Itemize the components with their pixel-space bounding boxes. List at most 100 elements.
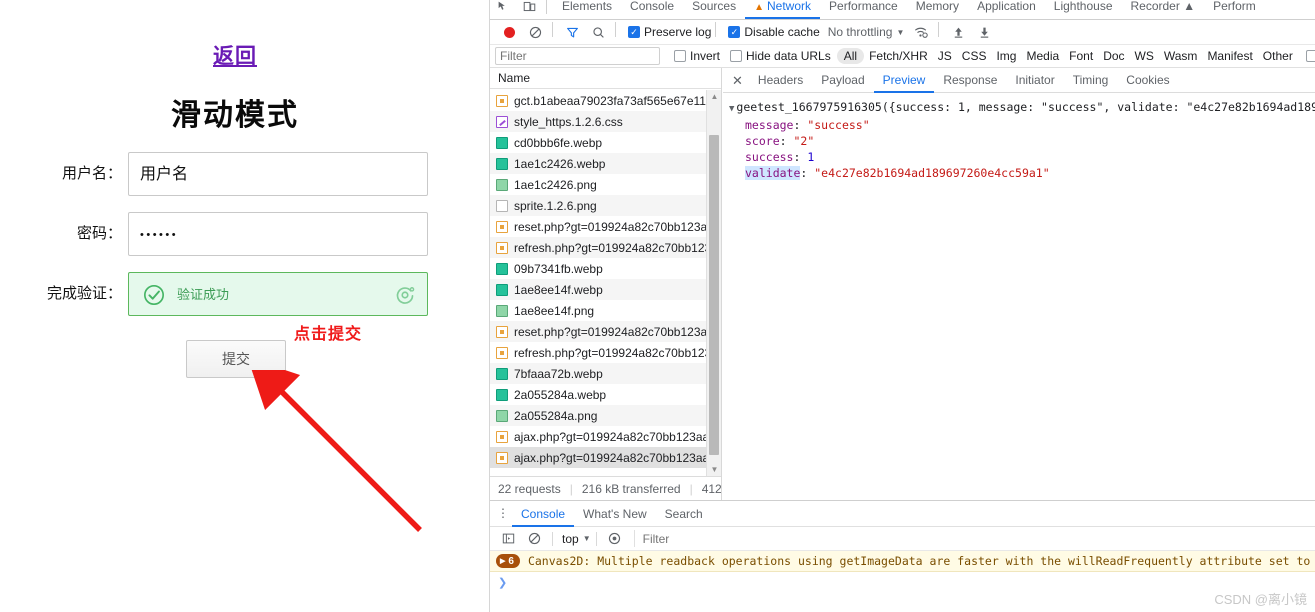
- request-row[interactable]: reset.php?gt=019924a82c70bb123aa: [490, 216, 721, 237]
- inspect-element-icon[interactable]: [490, 0, 516, 19]
- captcha-widget[interactable]: 验证成功: [128, 272, 428, 316]
- chevron-down-icon[interactable]: ▼: [583, 534, 591, 543]
- resource-type-doc-icon: [496, 199, 508, 212]
- request-row[interactable]: sprite.1.2.6.png: [490, 195, 721, 216]
- request-row[interactable]: style_https.1.2.6.css: [490, 111, 721, 132]
- drawer-tab-search[interactable]: Search: [656, 501, 712, 527]
- filter-type-ws[interactable]: WS: [1130, 49, 1159, 63]
- request-row[interactable]: 1ae1c2426.webp: [490, 153, 721, 174]
- network-conditions-icon[interactable]: [908, 19, 934, 45]
- has-blocked-cookies-checkbox[interactable]: [1305, 50, 1315, 62]
- filter-type-font[interactable]: Font: [1064, 49, 1098, 63]
- web-page-panel: 返回 滑动模式 用户名： 用户名 密码： •••••• 完成验证： 验证成功 提…: [0, 0, 490, 612]
- request-row[interactable]: 1ae8ee14f.png: [490, 300, 721, 321]
- request-row[interactable]: refresh.php?gt=019924a82c70bb123: [490, 237, 721, 258]
- network-filter-input[interactable]: [495, 47, 660, 65]
- preserve-log-checkbox[interactable]: ✓ Preserve log: [628, 25, 711, 39]
- request-name: 1ae8ee14f.webp: [514, 282, 603, 297]
- request-row[interactable]: 1ae8ee14f.webp: [490, 279, 721, 300]
- detail-tab-headers[interactable]: Headers: [749, 68, 812, 93]
- filter-type-manifest[interactable]: Manifest: [1202, 49, 1257, 63]
- console-settings-eye-icon[interactable]: [602, 526, 628, 552]
- request-list-scrollbar[interactable]: ▲ ▼: [706, 90, 721, 476]
- detail-tab-response[interactable]: Response: [934, 68, 1006, 93]
- tab-performance[interactable]: Performance: [820, 0, 907, 19]
- tab-network[interactable]: ▲ Network: [745, 0, 821, 19]
- hide-data-urls-checkbox[interactable]: Hide data URLs: [730, 49, 831, 63]
- annotation-click-submit: 点击提交: [294, 326, 363, 343]
- filter-type-all[interactable]: All: [836, 48, 865, 64]
- console-warning-row[interactable]: ▶ 6 Canvas2D: Multiple readback operatio…: [490, 551, 1315, 572]
- tab-application[interactable]: Application: [968, 0, 1045, 19]
- tab-sources[interactable]: Sources: [683, 0, 745, 19]
- tab-elements[interactable]: Elements: [553, 0, 621, 19]
- more-options-icon[interactable]: ⋮: [494, 507, 512, 519]
- filter-type-wasm[interactable]: Wasm: [1159, 49, 1203, 63]
- password-input[interactable]: ••••••: [128, 212, 428, 256]
- drawer-tab-whats-new[interactable]: What's New: [574, 501, 656, 527]
- console-context-select[interactable]: top: [562, 532, 579, 546]
- request-row[interactable]: cd0bbb6fe.webp: [490, 132, 721, 153]
- drawer-tab-console[interactable]: Console: [512, 501, 575, 527]
- filter-type-js[interactable]: JS: [933, 49, 957, 63]
- warning-count-badge[interactable]: ▶ 6: [496, 554, 520, 568]
- request-row[interactable]: ajax.php?gt=019924a82c70bb123aa: [490, 426, 721, 447]
- search-icon[interactable]: [585, 19, 611, 45]
- clear-button[interactable]: [522, 19, 548, 45]
- filter-type-doc[interactable]: Doc: [1098, 49, 1129, 63]
- request-row[interactable]: ajax.php?gt=019924a82c70bb123aa: [490, 447, 721, 468]
- tab-performance-insights[interactable]: Perform: [1204, 0, 1265, 19]
- device-toolbar-icon[interactable]: [516, 0, 542, 19]
- filter-funnel-icon[interactable]: [559, 19, 585, 45]
- back-link[interactable]: 返回: [0, 40, 470, 70]
- preview-root-line[interactable]: ▼ geetest_1667975916305({success: 1, mess…: [729, 99, 1315, 117]
- request-row[interactable]: 7bfaaa72b.webp: [490, 363, 721, 384]
- detail-tab-payload[interactable]: Payload: [812, 68, 873, 93]
- tab-memory[interactable]: Memory: [907, 0, 968, 19]
- request-row[interactable]: 09b7341fb.webp: [490, 258, 721, 279]
- filter-type-media[interactable]: Media: [1021, 49, 1064, 63]
- invert-checkbox[interactable]: Invert: [674, 49, 720, 63]
- filter-type-img[interactable]: Img: [991, 49, 1021, 63]
- request-name: sprite.1.2.6.png: [514, 198, 597, 213]
- network-toolbar: ✓ Preserve log ✓ Disable cache No thrott…: [490, 20, 1315, 45]
- disable-cache-checkbox[interactable]: ✓ Disable cache: [728, 25, 820, 39]
- request-row[interactable]: 1ae1c2426.png: [490, 174, 721, 195]
- throttling-select[interactable]: No throttling: [828, 25, 893, 39]
- request-row[interactable]: 2a055284a.png: [490, 405, 721, 426]
- request-column-header[interactable]: Name: [490, 68, 721, 89]
- request-list[interactable]: gct.b1abeaa79023fa73af565e67e115 style_ht…: [490, 90, 721, 476]
- disclosure-triangle-icon[interactable]: ▼: [729, 104, 734, 114]
- detail-tab-initiator[interactable]: Initiator: [1006, 68, 1063, 93]
- toolbar-separator: [938, 22, 940, 37]
- tab-console[interactable]: Console: [621, 0, 683, 19]
- filter-type-other[interactable]: Other: [1258, 49, 1298, 63]
- detail-tab-preview[interactable]: Preview: [873, 68, 935, 93]
- scrollbar-thumb[interactable]: [709, 135, 719, 455]
- clear-console-icon[interactable]: [521, 526, 547, 552]
- scroll-up-arrow-icon[interactable]: ▲: [707, 90, 721, 103]
- import-har-icon[interactable]: [945, 19, 971, 45]
- request-row[interactable]: gct.b1abeaa79023fa73af565e67e115: [490, 90, 721, 111]
- tab-recorder[interactable]: Recorder ▲: [1122, 0, 1205, 19]
- username-input[interactable]: 用户名: [128, 152, 428, 196]
- scroll-down-arrow-icon[interactable]: ▼: [707, 463, 721, 476]
- filter-type-fetch-xhr[interactable]: Fetch/XHR: [864, 49, 933, 63]
- request-row[interactable]: 2a055284a.webp: [490, 384, 721, 405]
- tab-lighthouse[interactable]: Lighthouse: [1045, 0, 1122, 19]
- detail-tab-cookies[interactable]: Cookies: [1117, 68, 1178, 93]
- console-sidebar-icon[interactable]: [495, 526, 521, 552]
- request-row[interactable]: refresh.php?gt=019924a82c70bb123: [490, 342, 721, 363]
- devtools-tabbar: Elements Console Sources ▲ Network Perfor…: [490, 0, 1315, 20]
- filter-type-css[interactable]: CSS: [957, 49, 992, 63]
- tab-recorder-label: Recorder: [1130, 0, 1180, 13]
- close-icon[interactable]: ✕: [727, 68, 749, 93]
- chevron-down-icon[interactable]: ▼: [892, 19, 908, 45]
- console-prompt-row[interactable]: ❯: [490, 572, 1315, 592]
- geetest-refresh-icon[interactable]: [395, 285, 415, 305]
- record-button[interactable]: [496, 19, 522, 45]
- export-har-icon[interactable]: [971, 19, 997, 45]
- console-filter-input[interactable]: [633, 530, 864, 547]
- detail-tab-timing[interactable]: Timing: [1064, 68, 1118, 93]
- request-row[interactable]: reset.php?gt=019924a82c70bb123aa: [490, 321, 721, 342]
